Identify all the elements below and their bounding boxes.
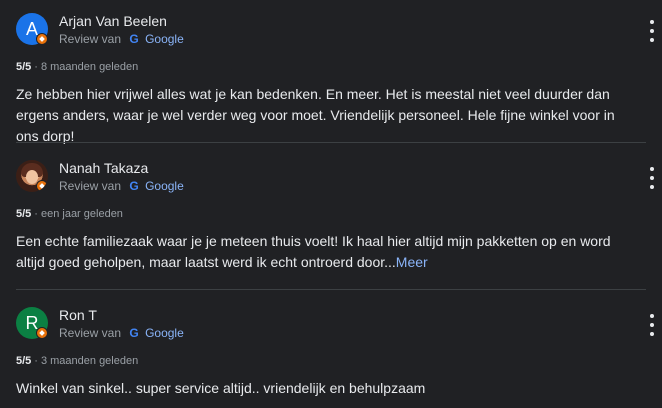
review-meta: 5/5 · 3 maanden geleden <box>16 354 138 368</box>
more-options-dot <box>650 29 654 33</box>
google-source-link[interactable]: Google <box>145 326 184 340</box>
meta-separator: · <box>34 355 38 367</box>
google-source-link[interactable]: Google <box>145 179 184 193</box>
review-meta: 5/5 · 8 maanden geleden <box>16 60 138 74</box>
more-options-dot <box>650 20 654 24</box>
meta-separator: · <box>34 208 38 220</box>
meta-separator: · <box>34 61 38 73</box>
more-options-dot <box>650 167 654 171</box>
review-meta: 5/5 · een jaar geleden <box>16 207 123 221</box>
review-card: A Arjan Van Beelen Review van G Google 5… <box>0 0 662 144</box>
review-time: 8 maanden geleden <box>40 61 139 73</box>
more-options-icon[interactable] <box>648 167 656 189</box>
review-source[interactable]: Review van G Google <box>59 31 184 47</box>
review-source-prefix: Review van <box>59 326 122 340</box>
reviewer-name[interactable]: Nanah Takaza <box>59 159 148 177</box>
review-text: Ze hebben hier vrijwel alles wat je kan … <box>16 86 615 144</box>
review-source-prefix: Review van <box>59 179 122 193</box>
more-options-dot <box>650 332 654 336</box>
review-rating: 5/5 <box>16 208 32 220</box>
review-card: Nanah Takaza Review van G Google 5/5 · een… <box>0 147 662 289</box>
reviewer-name[interactable]: Ron T <box>59 306 97 324</box>
google-icon: G <box>129 326 139 340</box>
review-header: Nanah Takaza Review van G Google <box>16 160 636 196</box>
review-divider <box>16 289 646 290</box>
reviewer-name[interactable]: Arjan Van Beelen <box>59 12 167 30</box>
local-guide-icon <box>36 180 48 192</box>
more-options-dot <box>650 323 654 327</box>
more-options-dot <box>650 176 654 180</box>
review-source-prefix: Review van <box>59 32 122 46</box>
more-options-dot <box>650 314 654 318</box>
local-guide-icon <box>36 327 48 339</box>
review-header: R Ron T Review van G Google <box>16 307 636 343</box>
review-source[interactable]: Review van G Google <box>59 325 184 341</box>
avatar[interactable]: R <box>16 307 48 339</box>
review-rating: 5/5 <box>16 61 32 73</box>
local-guide-icon <box>36 33 48 45</box>
review-text: Winkel van sinkel.. super service altijd… <box>16 380 426 396</box>
more-options-dot <box>650 38 654 42</box>
review-text-content: Een echte familiezaak waar je je meteen … <box>16 233 611 270</box>
review-rating: 5/5 <box>16 355 32 367</box>
review-text: Een echte familiezaak waar je je meteen … <box>16 231 641 273</box>
review-divider <box>16 142 646 143</box>
review-card: R Ron T Review van G Google 5/5 · 3 maande… <box>0 294 662 408</box>
avatar[interactable]: A <box>16 13 48 45</box>
more-options-icon[interactable] <box>648 314 656 336</box>
more-options-icon[interactable] <box>648 20 656 42</box>
read-more-link[interactable]: Meer <box>396 254 428 270</box>
google-icon: G <box>129 32 139 46</box>
google-icon: G <box>129 179 139 193</box>
review-header: A Arjan Van Beelen Review van G Google <box>16 13 636 49</box>
more-options-dot <box>650 185 654 189</box>
google-source-link[interactable]: Google <box>145 32 184 46</box>
review-time: 3 maanden geleden <box>40 355 139 367</box>
review-time: een jaar geleden <box>40 208 123 220</box>
avatar[interactable] <box>16 160 48 192</box>
review-source[interactable]: Review van G Google <box>59 178 184 194</box>
